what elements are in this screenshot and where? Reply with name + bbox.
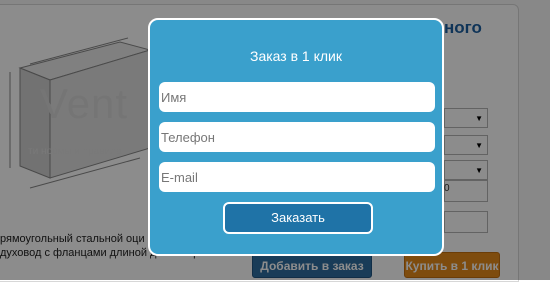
modal-title: Заказ в 1 клик [249,48,342,64]
phone-input[interactable] [159,122,435,152]
name-input[interactable] [159,82,435,112]
submit-order-button[interactable]: Заказать [223,202,373,234]
quick-order-modal: Заказ в 1 клик Заказать [148,18,444,256]
email-input[interactable] [159,162,435,192]
